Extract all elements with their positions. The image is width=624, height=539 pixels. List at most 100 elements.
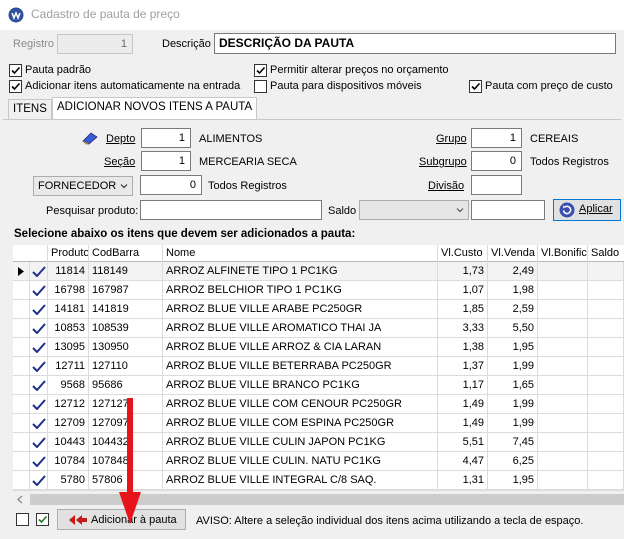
produto-cell: 10443 (48, 433, 89, 452)
codbarra-cell: 167987 (89, 281, 163, 300)
produto-cell: 12709 (48, 414, 89, 433)
depto-input[interactable]: 1 (141, 128, 191, 148)
pesquisar-input[interactable] (140, 200, 322, 220)
row-check-cell[interactable] (30, 376, 48, 395)
pauta-padrao-checkbox[interactable] (9, 64, 22, 77)
descricao-input[interactable]: DESCRIÇÃO DA PAUTA (214, 33, 616, 54)
chevron-down-icon (120, 184, 128, 189)
row-check-cell[interactable] (30, 262, 48, 281)
nome-cell: ARROZ BLUE VILLE AROMATICO THAI JA (163, 319, 438, 338)
row-check-cell[interactable] (30, 300, 48, 319)
table-row[interactable]: 10443 104432 ARROZ BLUE VILLE CULIN JAPON … (13, 433, 624, 452)
codbarra-cell: 118149 (89, 262, 163, 281)
table-row[interactable]: 14181 141819 ARROZ BLUE VILLE ARABE PC250G… (13, 300, 624, 319)
aplicar-button[interactable]: Aplicar (553, 199, 621, 221)
nome-cell: ARROZ BELCHIOR TIPO 1 PC1KG (163, 281, 438, 300)
table-row[interactable]: 9568 95686 ARROZ BLUE VILLE BRANCO PC1KG 1,… (13, 376, 624, 395)
adicionar-auto-checkbox[interactable] (9, 80, 22, 93)
scroll-left-icon[interactable] (16, 495, 24, 507)
row-check-cell[interactable] (30, 319, 48, 338)
row-indicator-cell (13, 262, 30, 281)
vl-venda-cell: 1,99 (488, 414, 538, 433)
items-grid[interactable]: 11814 118149 ARROZ ALFINETE TIPO 1 PC1KG 1,… (13, 262, 624, 490)
saldo-input[interactable] (471, 200, 545, 220)
grupo-input[interactable]: 1 (471, 128, 522, 148)
table-row[interactable]: 10784 107848 ARROZ BLUE VILLE CULIN. NATU … (13, 452, 624, 471)
header-indicator (13, 245, 48, 262)
vl-venda-cell: 2,59 (488, 300, 538, 319)
subgrupo-label: Subgrupo (419, 156, 467, 168)
saldo-cell (588, 262, 624, 281)
produto-cell: 12711 (48, 357, 89, 376)
horizontal-scrollbar[interactable] (13, 490, 624, 507)
row-indicator-cell (13, 281, 30, 300)
pauta-moveis-checkbox[interactable] (254, 80, 267, 93)
subgrupo-input[interactable]: 0 (471, 151, 522, 171)
row-check-cell[interactable] (30, 414, 48, 433)
pesquisar-label: Pesquisar produto: (46, 205, 139, 217)
table-row[interactable]: 12711 127110 ARROZ BLUE VILLE BETERRABA PC… (13, 357, 624, 376)
eraser-icon[interactable] (80, 131, 100, 145)
table-row[interactable]: 11814 118149 ARROZ ALFINETE TIPO 1 PC1KG 1,… (13, 262, 624, 281)
checkmark-icon (32, 456, 46, 467)
saldo-select[interactable] (359, 200, 469, 220)
aviso-text: AVISO: Altere a seleção individual dos i… (196, 515, 584, 527)
vl-venda-cell: 1,95 (488, 338, 538, 357)
header-vl-custo[interactable]: Vl.Custo (438, 245, 488, 262)
header-saldo[interactable]: Saldo (588, 245, 624, 262)
header-nome[interactable]: Nome (163, 245, 438, 262)
fornecedor-select[interactable]: FORNECEDOR (33, 176, 133, 196)
vl-custo-cell: 3,33 (438, 319, 488, 338)
permitir-alterar-label: Permitir alterar preços no orçamento (270, 64, 449, 76)
header-vl-venda[interactable]: Vl.Venda (488, 245, 538, 262)
fornecedor-name: Todos Registros (208, 180, 287, 192)
codbarra-cell: 95686 (89, 376, 163, 395)
row-check-cell[interactable] (30, 357, 48, 376)
table-row[interactable]: 16798 167987 ARROZ BELCHIOR TIPO 1 PC1KG 1,… (13, 281, 624, 300)
row-check-cell[interactable] (30, 452, 48, 471)
window-title: Cadastro de pauta de preço (31, 7, 180, 21)
grid-caption: Selecione abaixo os itens que devem ser … (14, 228, 356, 240)
table-row[interactable]: 5780 57806 ARROZ BLUE VILLE INTEGRAL C/8 S… (13, 471, 624, 490)
row-check-cell[interactable] (30, 338, 48, 357)
secao-label: Seção (104, 156, 136, 168)
saldo-cell (588, 319, 624, 338)
row-indicator-cell (13, 471, 30, 490)
vl-venda-cell: 1,95 (488, 471, 538, 490)
select-all-checkbox[interactable] (36, 513, 49, 526)
table-row[interactable]: 12709 127097 ARROZ BLUE VILLE COM ESPINA P… (13, 414, 624, 433)
row-check-cell[interactable] (30, 471, 48, 490)
secao-input[interactable]: 1 (141, 151, 191, 171)
header-codbarra[interactable]: CodBarra (89, 245, 163, 262)
vl-venda-cell: 1,99 (488, 395, 538, 414)
permitir-alterar-checkbox[interactable] (254, 64, 267, 77)
vl-bonific-cell (538, 357, 588, 376)
vl-venda-cell: 1,99 (488, 357, 538, 376)
row-check-cell[interactable] (30, 395, 48, 414)
tab-itens[interactable]: ITENS (8, 99, 52, 119)
row-check-cell[interactable] (30, 433, 48, 452)
pauta-custo-checkbox[interactable] (469, 80, 482, 93)
vl-custo-cell: 1,85 (438, 300, 488, 319)
divisao-input[interactable] (471, 175, 522, 195)
vl-custo-cell: 1,07 (438, 281, 488, 300)
table-row[interactable]: 12712 127127 ARROZ BLUE VILLE COM CENOUR P… (13, 395, 624, 414)
vl-bonific-cell (538, 433, 588, 452)
fornecedor-input[interactable]: 0 (140, 175, 202, 195)
codbarra-cell: 141819 (89, 300, 163, 319)
vl-custo-cell: 1,38 (438, 338, 488, 357)
vl-venda-cell: 1,65 (488, 376, 538, 395)
header-vl-bonific[interactable]: Vl.Bonific (538, 245, 588, 262)
vl-custo-cell: 1,73 (438, 262, 488, 281)
tab-adicionar-novos-itens[interactable]: ADICIONAR NOVOS ITENS A PAUTA (52, 97, 258, 119)
saldo-label: Saldo (328, 205, 357, 217)
header-produto[interactable]: Produto (48, 245, 89, 262)
table-row[interactable]: 10853 108539 ARROZ BLUE VILLE AROMATICO TH… (13, 319, 624, 338)
refresh-icon (559, 202, 575, 218)
produto-cell: 14181 (48, 300, 89, 319)
select-none-checkbox[interactable] (16, 513, 29, 526)
saldo-cell (588, 452, 624, 471)
table-row[interactable]: 13095 130950 ARROZ BLUE VILLE ARROZ & CIA … (13, 338, 624, 357)
descricao-label: Descrição (162, 38, 211, 50)
row-check-cell[interactable] (30, 281, 48, 300)
